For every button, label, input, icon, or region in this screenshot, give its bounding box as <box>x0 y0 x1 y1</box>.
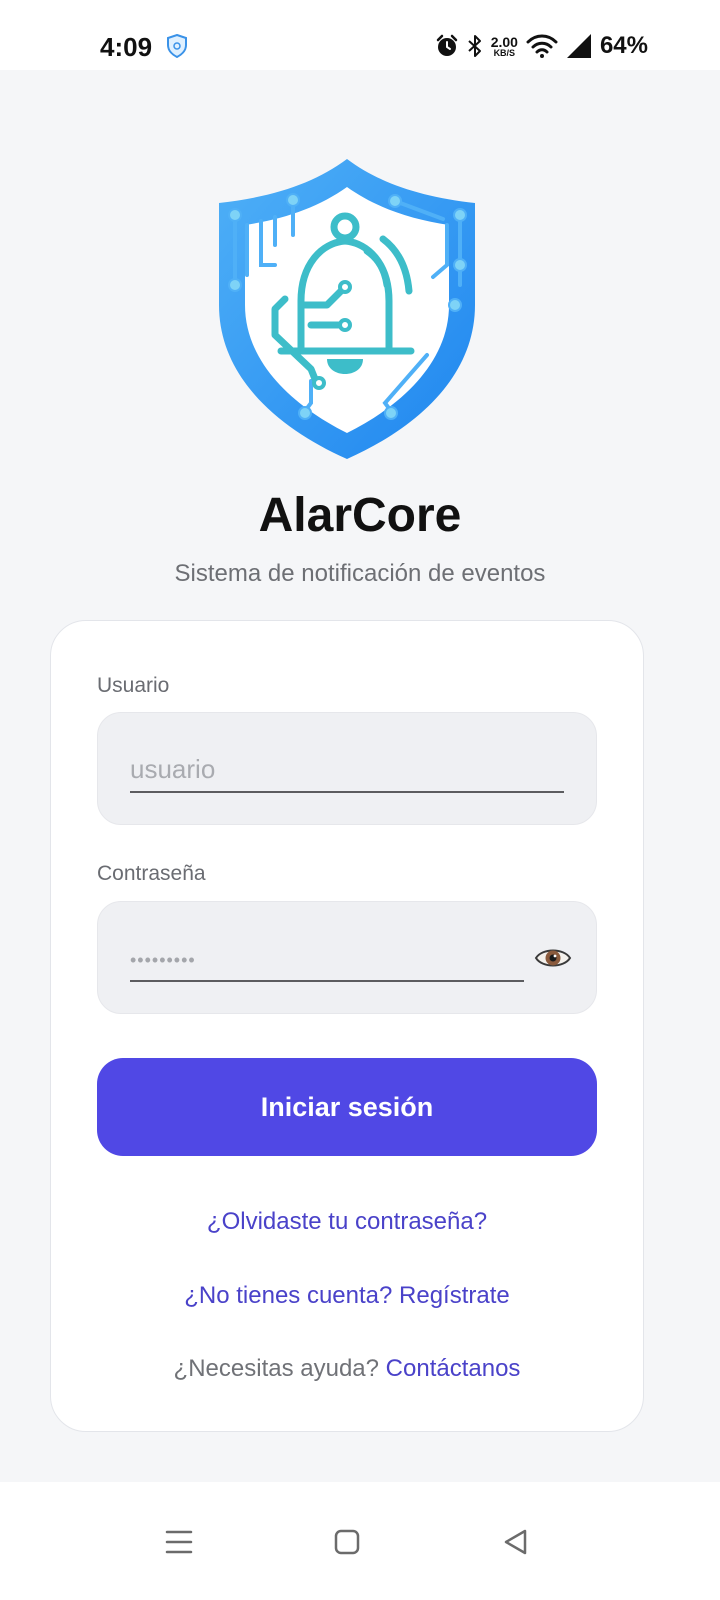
app-logo <box>219 159 475 459</box>
alarm-icon <box>436 34 457 56</box>
contact-link[interactable]: Contáctanos <box>386 1355 521 1382</box>
forgot-password-link[interactable]: ¿Olvidaste tu contraseña? <box>0 1208 694 1236</box>
register-link[interactable]: ¿No tienes cuenta? Regístrate <box>0 1282 694 1310</box>
username-field[interactable] <box>97 712 597 825</box>
back-icon[interactable] <box>496 1522 536 1562</box>
username-label: Usuario <box>97 674 170 697</box>
status-time: 4:09 <box>100 32 153 62</box>
menu-icon[interactable] <box>159 1522 199 1562</box>
wifi-icon <box>526 34 558 58</box>
password-mask: ••••••••• <box>130 950 196 970</box>
help-text: ¿Necesitas ayuda? <box>173 1355 379 1382</box>
password-field[interactable]: ••••••••• <box>97 901 597 1014</box>
navigation-bar <box>0 1482 720 1600</box>
bluetooth-icon <box>468 35 481 57</box>
app-subtitle: Sistema de notificación de eventos <box>174 560 546 587</box>
battery-level: 64% <box>599 32 648 59</box>
home-icon[interactable] <box>327 1522 367 1562</box>
password-label: Contraseña <box>97 862 206 885</box>
username-input[interactable] <box>130 751 564 793</box>
shield-icon <box>167 34 187 58</box>
signal-icon <box>566 34 591 58</box>
app-title: AlarCore <box>258 489 462 542</box>
eye-icon[interactable] <box>534 944 572 972</box>
status-icons: 2.00 KB/S 64% <box>435 30 648 62</box>
status-bar: 4:09 2.00 KB/S 64% <box>0 0 720 70</box>
login-button[interactable]: Iniciar sesión <box>97 1058 597 1156</box>
help-row: ¿Necesitas ayuda? Contáctanos <box>0 1355 694 1383</box>
network-speed: 2.00 KB/S <box>490 33 518 58</box>
